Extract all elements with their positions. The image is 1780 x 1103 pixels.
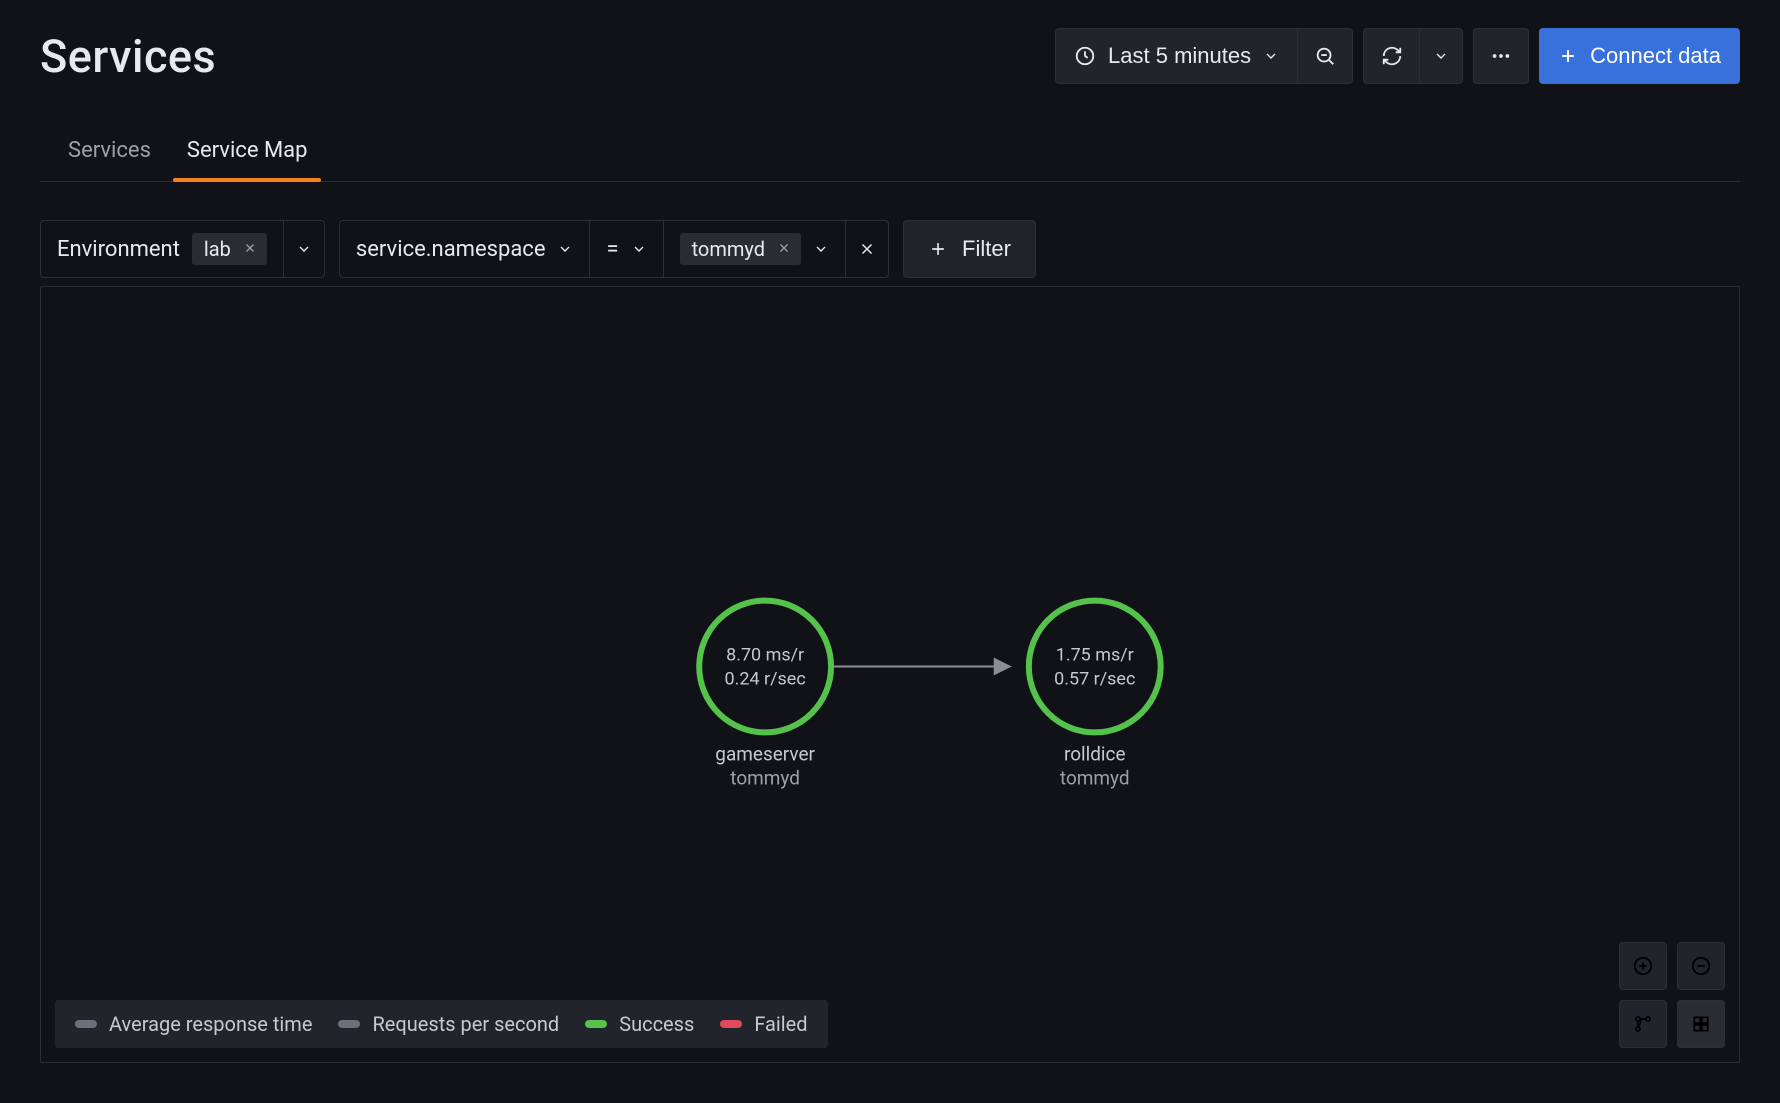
attribute-key-select[interactable]: service.namespace <box>340 221 591 277</box>
chevron-down-icon <box>1263 48 1279 64</box>
environment-chip-remove[interactable] <box>241 239 259 260</box>
node-rolldice-metric-bottom: 0.57 r/sec <box>1054 668 1135 689</box>
layout-grid-button[interactable] <box>1677 1000 1725 1048</box>
time-range-label: Last 5 minutes <box>1108 43 1251 69</box>
node-gameserver-name: gameserver <box>715 742 815 765</box>
tab-service-map[interactable]: Service Map <box>187 138 308 181</box>
node-gameserver-namespace: tommyd <box>730 766 800 789</box>
node-rolldice-metric-top: 1.75 ms/r <box>1056 645 1134 666</box>
refresh-button[interactable] <box>1363 28 1419 84</box>
node-gameserver-metric-bottom: 0.24 r/sec <box>725 668 806 689</box>
legend-swatch-grey <box>75 1020 97 1028</box>
legend-swatch-green <box>585 1020 607 1028</box>
chevron-down-icon <box>631 241 647 257</box>
attribute-value-chip: tommyd <box>680 233 801 265</box>
attribute-key-label: service.namespace <box>356 237 546 262</box>
attribute-filter: service.namespace = tommyd <box>339 220 889 278</box>
chevron-down-icon <box>557 241 573 257</box>
add-filter-label: Filter <box>962 236 1011 262</box>
tabs: Services Service Map <box>40 138 1740 182</box>
node-gameserver[interactable]: 8.70 ms/r 0.24 r/sec gameserver tommyd <box>699 601 831 790</box>
node-gameserver-metric-top: 8.70 ms/r <box>726 645 804 666</box>
environment-chip: lab <box>192 233 267 265</box>
attribute-operator-label: = <box>606 237 618 262</box>
zoom-out-time-button[interactable] <box>1297 28 1353 84</box>
attribute-filter-clear[interactable] <box>846 221 888 277</box>
grid-icon <box>1691 1014 1711 1034</box>
legend-avg-response-time-label: Average response time <box>109 1012 312 1036</box>
chevron-down-icon <box>296 241 312 257</box>
refresh-icon <box>1381 45 1403 67</box>
attribute-value-chip-text: tommyd <box>692 237 765 261</box>
plus-circle-icon <box>1632 955 1654 977</box>
zoom-out-icon <box>1314 45 1336 67</box>
chevron-down-icon <box>813 241 829 257</box>
legend-swatch-grey <box>338 1020 360 1028</box>
time-range-picker[interactable]: Last 5 minutes <box>1055 28 1297 84</box>
refresh-group <box>1363 28 1463 84</box>
minus-circle-icon <box>1690 955 1712 977</box>
legend-success-label: Success <box>619 1012 694 1036</box>
filter-bar: Environment lab service.namespace <box>40 220 1740 278</box>
chevron-down-icon <box>1433 48 1449 64</box>
node-rolldice-name: rolldice <box>1064 742 1126 765</box>
legend-success: Success <box>585 1012 694 1036</box>
git-branch-icon <box>1633 1014 1653 1034</box>
service-map-svg: 8.70 ms/r 0.24 r/sec gameserver tommyd 1… <box>41 287 1739 1062</box>
legend-swatch-red <box>720 1020 742 1028</box>
connect-data-label: Connect data <box>1590 43 1721 69</box>
tab-services[interactable]: Services <box>68 138 151 181</box>
add-filter-button[interactable]: Filter <box>903 220 1036 278</box>
environment-filter-label: Environment <box>57 237 180 262</box>
close-icon <box>858 240 876 258</box>
legend-failed-label: Failed <box>754 1012 807 1036</box>
environment-filter-select[interactable]: Environment lab <box>41 221 284 277</box>
zoom-out-button[interactable] <box>1677 942 1725 990</box>
more-horizontal-icon <box>1490 45 1512 67</box>
legend-requests-per-second: Requests per second <box>338 1012 559 1036</box>
more-options-button[interactable] <box>1473 28 1529 84</box>
service-map-canvas[interactable]: 8.70 ms/r 0.24 r/sec gameserver tommyd 1… <box>40 286 1740 1063</box>
environment-chip-value: lab <box>204 237 231 261</box>
environment-filter-dropdown[interactable] <box>284 221 324 277</box>
legend-failed: Failed <box>720 1012 807 1036</box>
attribute-value-chip-remove[interactable] <box>775 239 793 260</box>
attribute-operator-select[interactable]: = <box>590 221 663 277</box>
connect-data-button[interactable]: Connect data <box>1539 28 1740 84</box>
legend-avg-response-time: Average response time <box>75 1012 312 1036</box>
attribute-value-select[interactable]: tommyd <box>664 221 846 277</box>
legend: Average response time Requests per secon… <box>55 1000 828 1048</box>
refresh-interval-button[interactable] <box>1419 28 1463 84</box>
node-rolldice-namespace: tommyd <box>1060 766 1130 789</box>
clock-icon <box>1074 45 1096 67</box>
time-range-picker-group: Last 5 minutes <box>1055 28 1353 84</box>
plus-icon <box>1558 46 1578 66</box>
environment-filter: Environment lab <box>40 220 325 278</box>
page-title: Services <box>40 30 216 83</box>
zoom-in-button[interactable] <box>1619 942 1667 990</box>
header-toolbar: Last 5 minutes <box>1055 28 1740 84</box>
legend-requests-per-second-label: Requests per second <box>372 1012 559 1036</box>
node-rolldice[interactable]: 1.75 ms/r 0.57 r/sec rolldice tommyd <box>1029 601 1161 790</box>
plus-icon <box>928 239 948 259</box>
layout-graph-button[interactable] <box>1619 1000 1667 1048</box>
page-header: Services Last 5 minutes <box>40 28 1740 84</box>
view-controls <box>1619 942 1725 1048</box>
